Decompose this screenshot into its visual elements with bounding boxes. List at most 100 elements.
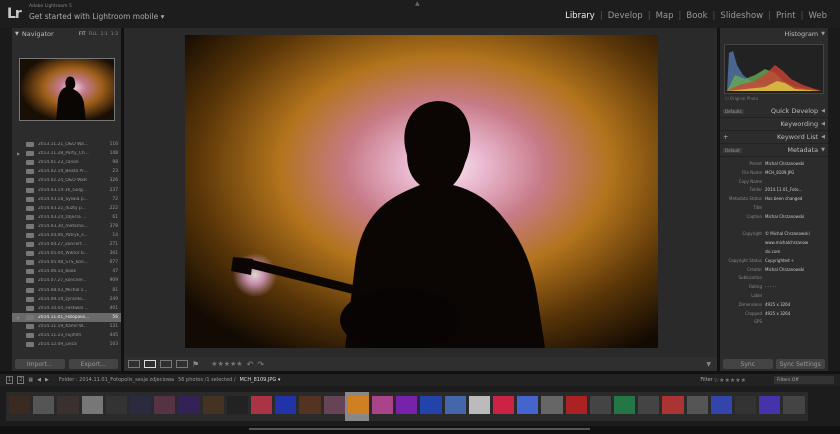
zoom-fit[interactable]: FIT — [79, 32, 86, 37]
rotate-right-icon[interactable]: ↷ — [257, 360, 264, 369]
folder-row[interactable]: ▶ 2014.11.01_Fotopolis... 56 — [12, 312, 121, 322]
folder-row[interactable]: 2014.04.06_Patryk_s... 14 — [12, 231, 121, 240]
add-keyword-icon[interactable]: + — [723, 133, 728, 141]
folder-row[interactable]: 2014.03.22_duzty p... 222 — [12, 204, 121, 213]
keywording-header[interactable]: Keywording ◀ — [720, 118, 828, 131]
page-1-button[interactable]: 1 — [6, 376, 14, 384]
zoom-1-3[interactable]: 1:3 — [111, 32, 118, 37]
rating-stars[interactable]: ★★★★★ — [211, 360, 242, 368]
metadata-value[interactable]: 2014.11.01_Foto... — [765, 187, 828, 196]
rotate-left-icon[interactable]: ↶ — [247, 360, 254, 369]
main-photo[interactable] — [185, 35, 658, 348]
metadata-value[interactable]: · · · · · — [765, 284, 828, 293]
metadata-value[interactable] — [765, 275, 828, 284]
right-panel-edge[interactable] — [828, 28, 840, 371]
folder-row[interactable]: 2014.01.23_canon 98 — [12, 158, 121, 167]
filter-stars[interactable]: ☆★★★★★ — [714, 377, 746, 384]
metadata-value[interactable]: Michal Chrzanowski — [765, 214, 828, 223]
metadata-value[interactable]: Michal Chrzanowski — [765, 267, 828, 276]
folder-count: 14 — [112, 232, 118, 238]
metadata-value[interactable] — [765, 319, 828, 328]
metadata-value[interactable]: Has been changed — [765, 196, 828, 205]
folder-row[interactable]: 2014.02.19_Beata Pr... 23 — [12, 167, 121, 176]
selected-file[interactable]: MCH_8109.JPG ▾ — [240, 377, 281, 383]
metadata-value[interactable] — [765, 179, 828, 188]
toolbar-menu-icon[interactable]: ▼ — [706, 361, 711, 368]
folder-row[interactable]: 2014.08.03_Michal s... 81 — [12, 286, 121, 295]
folder-row[interactable]: 2014.04.27_koncert ... 271 — [12, 240, 121, 249]
filmstrip-scroll-thumb[interactable] — [249, 428, 590, 430]
loupe-view-icon[interactable] — [144, 360, 156, 368]
module-slideshow[interactable]: Slideshow — [715, 11, 768, 21]
folder-row[interactable]: 2014.05.08_STS_kon... 677 — [12, 258, 121, 267]
compare-view-icon[interactable] — [160, 360, 172, 368]
metadata-value[interactable] — [765, 223, 828, 232]
left-panel-edge[interactable] — [0, 28, 12, 371]
filmstrip — [0, 386, 840, 426]
folder-row[interactable]: 2014.03.24_zdjecia ... 61 — [12, 213, 121, 222]
folder-expand-icon[interactable]: ▶ — [17, 315, 20, 320]
metadata-value[interactable]: 4925 x 3264 — [765, 311, 828, 320]
zoom-fill[interactable]: FILL — [89, 32, 98, 37]
metadata-preset-select[interactable]: Default — [723, 147, 742, 153]
folder-row[interactable]: 2014.03.18_Sylwia p... 72 — [12, 195, 121, 204]
folder-row[interactable]: 2014.09.19_zyrardo... 249 — [12, 295, 121, 304]
module-book[interactable]: Book — [681, 11, 712, 21]
folder-row[interactable]: 2014.02.24_O&O WaR 326 — [12, 176, 121, 185]
quick-develop-preset-select[interactable]: Defaults — [723, 108, 744, 114]
navigator-header[interactable]: ▼ Navigator FIT FILL 1:1 1:3 — [12, 28, 121, 40]
module-library[interactable]: Library — [560, 11, 600, 21]
module-print[interactable]: Print — [771, 11, 801, 21]
folder-row[interactable]: 2014.05.04_Wiktor b... 361 — [12, 249, 121, 258]
flag-icon[interactable]: ⚑ — [192, 360, 199, 369]
filmstrip-thumbnail[interactable] — [780, 392, 809, 421]
folder-row[interactable]: 2013.11.21_O&O Wa... 116 — [12, 140, 121, 149]
identity-plate[interactable]: Get started with Lightroom mobile ▾ — [29, 12, 164, 21]
quick-develop-header[interactable]: Defaults Quick Develop ◀ — [720, 105, 828, 118]
metadata-value[interactable]: Copyrighted ÷ — [765, 258, 828, 267]
metadata-value[interactable] — [765, 293, 828, 302]
metadata-value[interactable]: ski.com — [765, 249, 828, 258]
folder-row[interactable]: 2014.03.30_metamo... 378 — [12, 222, 121, 231]
forward-arrow-icon[interactable]: ▶ — [45, 377, 49, 383]
export-button[interactable]: Export... — [68, 359, 118, 369]
folder-row[interactable]: 2014.07.27_koncner... 909 — [12, 276, 121, 285]
folder-row[interactable]: 2014.12.09_Leica 103 — [12, 340, 121, 349]
right-panel-buttons: Sync Sync Settings — [720, 357, 828, 371]
module-web[interactable]: Web — [803, 11, 832, 21]
folder-row[interactable]: 2014.11.23_Fujifilm 445 — [12, 331, 121, 340]
metadata-value[interactable]: Michal Chrzanowski — [765, 161, 828, 170]
metadata-header[interactable]: Default Metadata ▼ — [720, 144, 828, 157]
module-map[interactable]: Map — [651, 11, 679, 21]
grid-icon[interactable]: ▦ — [28, 377, 33, 383]
metadata-value[interactable]: www.michalchrzanow — [765, 240, 828, 249]
metadata-value[interactable]: © Michal Chrzanowski — [765, 231, 828, 240]
back-arrow-icon[interactable]: ◀ — [37, 377, 41, 383]
metadata-value[interactable] — [765, 205, 828, 214]
folder-expand-icon[interactable]: ▶ — [17, 151, 20, 156]
import-button[interactable]: Import... — [15, 359, 65, 369]
zoom-1-1[interactable]: 1:1 — [101, 32, 108, 37]
grid-view-icon[interactable] — [128, 360, 140, 368]
filter-select[interactable]: Filters Off — [774, 376, 834, 384]
folder-row[interactable]: 2014.06.14_book 47 — [12, 267, 121, 276]
folder-row[interactable]: 2014.10.04_Festiwal ... 401 — [12, 304, 121, 313]
folder-row[interactable]: ▶ 2013.11.28_Party_Ch... 148 — [12, 149, 121, 158]
survey-view-icon[interactable] — [176, 360, 188, 368]
navigator-preview[interactable] — [19, 58, 115, 121]
filmstrip-scrollbar[interactable] — [0, 426, 840, 434]
filmstrip-source[interactable]: Folder : 2014.11.01_Fotopolis_sesja zdje… — [59, 377, 174, 383]
metadata-value[interactable]: 4925 x 3264 — [765, 302, 828, 311]
folder-row[interactable]: 2014.03.14-16_Golg... 237 — [12, 185, 121, 194]
page-2-button[interactable]: 2 — [17, 376, 25, 384]
metadata-value[interactable]: MCH_8109.JPG — [765, 170, 828, 179]
thumbnail-image — [493, 396, 515, 414]
keyword-list-header[interactable]: + Keyword List ◀ — [720, 131, 828, 144]
sync-settings-button[interactable]: Sync Settings — [775, 359, 825, 369]
collapse-top-icon[interactable]: ▲ — [415, 0, 420, 7]
module-develop[interactable]: Develop — [603, 11, 648, 21]
folder-row[interactable]: 2014.11.19_Kamil W... 131 — [12, 322, 121, 331]
original-photo-checkbox[interactable]: ☐ Original Photo — [725, 96, 758, 101]
histogram-header[interactable]: Histogram ▼ — [720, 28, 828, 40]
sync-metadata-button[interactable]: Sync — [723, 359, 773, 369]
